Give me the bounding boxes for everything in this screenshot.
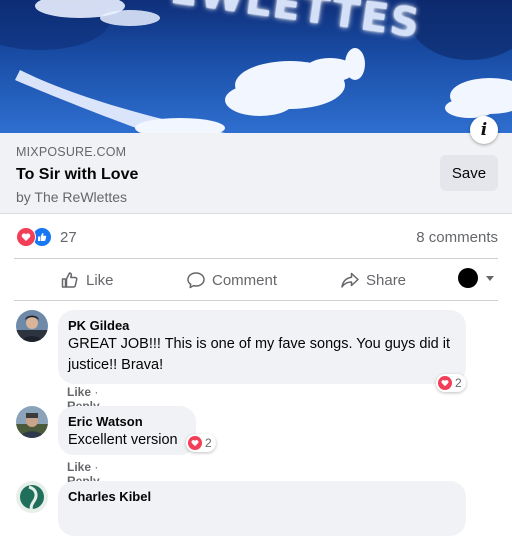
- reactions-summary[interactable]: 27: [16, 227, 77, 247]
- love-reaction-icon: [438, 376, 452, 390]
- link-preview-image[interactable]: EWLETTES: [0, 0, 512, 133]
- link-title[interactable]: To Sir with Love: [16, 166, 138, 184]
- comment-as-selector[interactable]: [458, 268, 494, 288]
- separator: ·: [94, 460, 99, 474]
- comment-bubble: Charles Kibel: [58, 481, 466, 536]
- comment-reaction-badge[interactable]: 2: [186, 434, 216, 452]
- divider: [14, 300, 498, 301]
- love-reaction-icon: [16, 227, 36, 247]
- reaction-count: 27: [60, 228, 77, 246]
- link-preview-card[interactable]: MIXPOSURE.COM To Sir with Love by The Re…: [0, 133, 512, 214]
- comment-author[interactable]: PK Gildea: [68, 317, 456, 334]
- share-button[interactable]: Share: [340, 263, 406, 297]
- thumbs-up-icon: [61, 272, 78, 288]
- divider: [14, 258, 498, 259]
- comment-reaction-badge[interactable]: 2: [436, 374, 466, 392]
- share-icon: [341, 272, 359, 288]
- comment-author[interactable]: Charles Kibel: [68, 488, 456, 505]
- comment-reaction-count: 2: [455, 376, 462, 390]
- comments-count-link[interactable]: 8 comments: [416, 229, 498, 246]
- comment-icon: [187, 272, 205, 289]
- info-button[interactable]: i: [470, 116, 498, 144]
- comment-text: GREAT JOB!!! This is one of my fave song…: [68, 336, 451, 373]
- link-domain: MIXPOSURE.COM: [16, 145, 127, 159]
- comment-text: Excellent version: [68, 432, 178, 448]
- link-subtitle: by The ReWlettes: [16, 189, 128, 205]
- person-avatar-icon: [16, 481, 48, 513]
- comment-like-link[interactable]: Like: [67, 460, 91, 474]
- comment-like-link[interactable]: Like: [67, 385, 91, 399]
- like-button[interactable]: Like: [60, 263, 114, 297]
- profile-avatar-icon: [458, 268, 478, 288]
- comment-reaction-count: 2: [205, 436, 212, 450]
- person-avatar-icon: [16, 310, 48, 342]
- comment-bubble: PK Gildea GREAT JOB!!! This is one of my…: [58, 310, 466, 384]
- comment-button[interactable]: Comment: [186, 263, 277, 297]
- avatar[interactable]: [16, 406, 48, 438]
- chevron-down-icon: [486, 275, 494, 281]
- avatar[interactable]: [16, 481, 48, 513]
- comment-author[interactable]: Eric Watson: [68, 413, 186, 430]
- share-button-label: Share: [366, 271, 407, 289]
- save-button[interactable]: Save: [440, 155, 498, 191]
- post-action-bar: Like Comment Share: [0, 263, 512, 297]
- love-reaction-icon: [188, 436, 202, 450]
- comment-button-label: Comment: [212, 271, 278, 289]
- separator: ·: [94, 385, 99, 399]
- comment-bubble: Eric Watson Excellent version: [58, 406, 196, 455]
- person-avatar-icon: [16, 406, 48, 438]
- like-button-label: Like: [86, 271, 114, 289]
- avatar[interactable]: [16, 310, 48, 342]
